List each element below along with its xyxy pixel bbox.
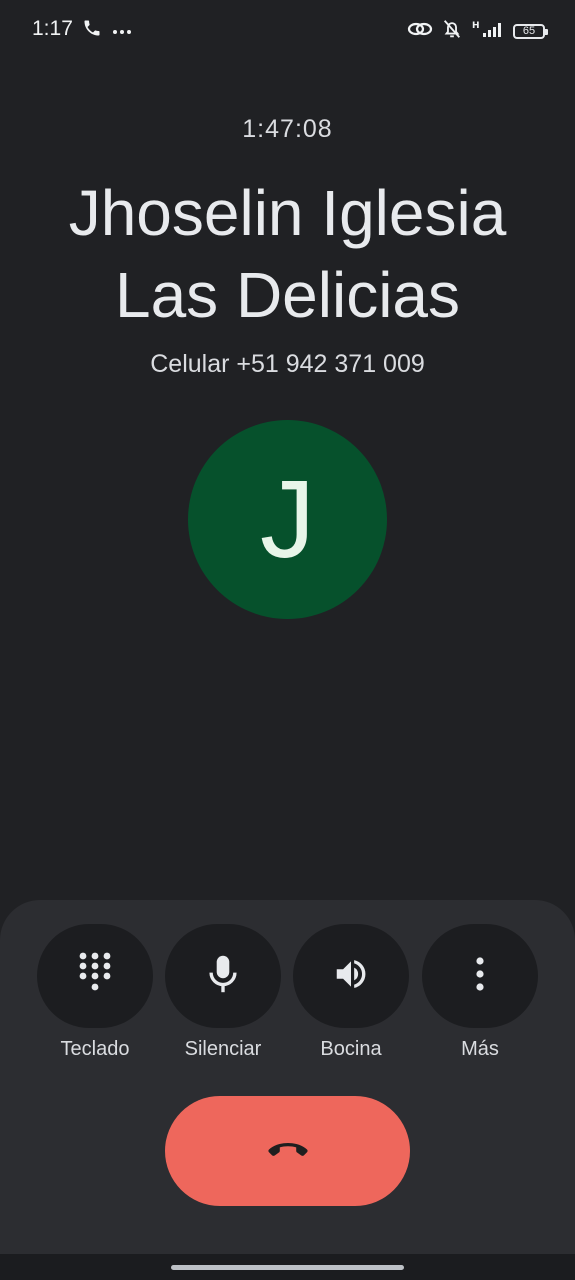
more-vert-icon bbox=[475, 956, 485, 997]
link-icon bbox=[407, 19, 433, 44]
more-dots-icon bbox=[112, 22, 132, 40]
keypad-button[interactable] bbox=[37, 924, 153, 1028]
end-call-button[interactable] bbox=[165, 1096, 410, 1206]
home-gesture-handle[interactable] bbox=[171, 1265, 404, 1270]
network-type-label: H bbox=[472, 21, 480, 31]
status-time: 1:17 bbox=[32, 17, 73, 40]
mute-button[interactable] bbox=[165, 924, 281, 1028]
call-controls-panel: Teclado Silenciar Bocina Más bbox=[0, 900, 575, 1280]
speaker-icon bbox=[331, 955, 371, 998]
status-right-icons: H 65 bbox=[407, 18, 548, 45]
battery-icon: 65 bbox=[513, 24, 548, 39]
microphone-icon bbox=[206, 953, 240, 1000]
contact-name-line1: Jhoselin Iglesia bbox=[68, 177, 507, 249]
mute-action: Silenciar bbox=[165, 924, 281, 1061]
more-button[interactable] bbox=[422, 924, 538, 1028]
phone-icon bbox=[82, 18, 102, 43]
status-left-icons bbox=[82, 18, 132, 43]
keypad-action: Teclado bbox=[37, 924, 153, 1061]
notifications-off-icon bbox=[441, 18, 463, 45]
contact-name: Jhoselin Iglesia Las Delicias bbox=[0, 172, 575, 336]
call-duration: 1:47:08 bbox=[242, 115, 333, 143]
more-action: Más bbox=[422, 924, 538, 1061]
avatar-letter: J bbox=[260, 457, 315, 581]
signal-icon: H bbox=[471, 19, 505, 44]
mute-label: Silenciar bbox=[184, 1038, 262, 1060]
dialpad-icon bbox=[77, 951, 113, 1002]
navigation-bar bbox=[0, 1254, 575, 1280]
call-end-icon bbox=[264, 1137, 312, 1166]
contact-name-line2: Las Delicias bbox=[114, 259, 461, 331]
keypad-label: Teclado bbox=[60, 1038, 130, 1060]
phone-number-line: Celular +51 942 371 009 bbox=[150, 350, 425, 378]
status-bar: 1:17 H 65 bbox=[0, 0, 575, 60]
speaker-action: Bocina bbox=[293, 924, 409, 1061]
in-call-screen: 1:17 H 65 1:47:08 Jhoselin Iglesia Las D… bbox=[0, 0, 575, 1280]
speaker-label: Bocina bbox=[320, 1038, 382, 1060]
contact-avatar: J bbox=[188, 420, 387, 619]
battery-level: 65 bbox=[522, 25, 536, 37]
speaker-button[interactable] bbox=[293, 924, 409, 1028]
more-label: Más bbox=[461, 1038, 499, 1060]
